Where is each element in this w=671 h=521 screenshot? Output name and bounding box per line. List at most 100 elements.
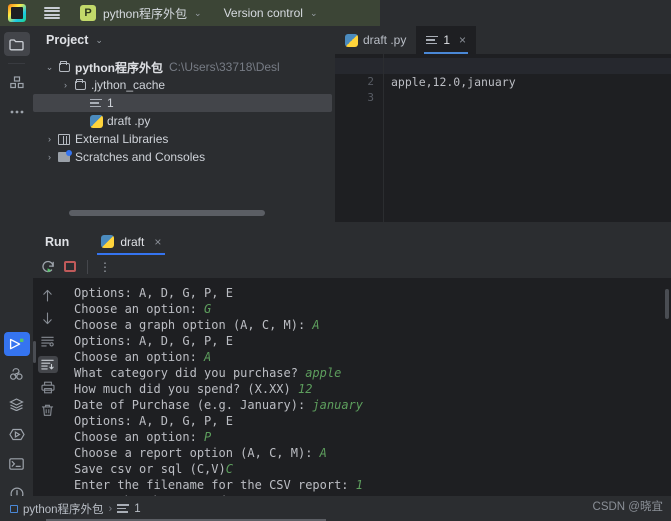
console-line: Date of Purchase (e.g. January): january xyxy=(74,397,671,413)
console-line: Choose an option: G xyxy=(74,301,671,317)
run-tab-label: draft xyxy=(120,234,145,249)
run-toolbar: ⋮ xyxy=(33,255,671,279)
project-panel-header: Project ⌄ xyxy=(33,26,335,54)
services-icon[interactable] xyxy=(4,422,30,446)
tree-node-file-1[interactable]: 1 xyxy=(33,94,332,112)
chevron-right-icon[interactable]: › xyxy=(59,80,72,90)
python-file-icon xyxy=(88,114,104,128)
close-icon[interactable]: × xyxy=(459,33,466,47)
console-user-input: apple xyxy=(305,366,342,380)
project-horizontal-scrollbar[interactable] xyxy=(69,210,265,216)
console-prompt: Options: A, D, G, P, E xyxy=(74,414,233,428)
code-text[interactable]: Category,Value,Date apple,12.0,january xyxy=(383,54,671,222)
terminal-icon[interactable] xyxy=(4,452,30,476)
soft-wrap-icon[interactable] xyxy=(38,333,58,350)
tree-node-scratches[interactable]: › Scratches and Consoles xyxy=(33,148,335,166)
python-file-icon xyxy=(101,235,115,248)
tree-node-jython-cache[interactable]: › .jython_cache xyxy=(33,76,335,94)
tree-label-external-libraries: External Libraries xyxy=(75,132,169,146)
chevron-down-icon[interactable]: ⌄ xyxy=(194,8,202,19)
chevron-right-icon[interactable]: › xyxy=(43,152,56,162)
hamburger-menu-icon[interactable] xyxy=(44,7,60,19)
left-tool-rail xyxy=(0,26,33,521)
more-tool-windows-icon[interactable] xyxy=(4,100,30,124)
project-panel-title: Project xyxy=(46,33,89,47)
run-tab-draft[interactable]: draft × xyxy=(97,228,166,255)
scroll-to-end-icon[interactable] xyxy=(37,356,58,373)
scroll-up-icon[interactable] xyxy=(38,287,58,304)
console-line: Options: A, D, G, P, E xyxy=(74,285,671,301)
rerun-button[interactable] xyxy=(41,260,55,274)
external-libraries-icon xyxy=(56,133,72,145)
chevron-down-icon-project[interactable]: ⌄ xyxy=(95,35,103,46)
console-line: Options: A, D, G, P, E xyxy=(74,333,671,349)
console-user-input: 12 xyxy=(297,382,313,396)
console-user-input: P xyxy=(204,430,212,444)
editor-tab-draft-py[interactable]: draft .py xyxy=(335,26,416,54)
title-bar: P python程序外包 ⌄ Version control ⌄ xyxy=(0,0,671,26)
breadcrumb-separator: › xyxy=(108,502,113,515)
chevron-right-icon[interactable]: › xyxy=(43,134,56,144)
file-lines-icon xyxy=(117,504,130,513)
breadcrumb: python程序外包 › 1 xyxy=(10,501,141,517)
tree-label-project-root: python程序外包 xyxy=(75,60,163,75)
editor-tab-file-1[interactable]: 1 × xyxy=(416,26,477,54)
tree-node-project-root[interactable]: ⌄ python程序外包 C:\Users\33718\Desl xyxy=(33,58,335,76)
pycharm-window: P python程序外包 ⌄ Version control ⌄ Project… xyxy=(0,0,671,521)
chevron-expanded-icon[interactable]: ⌄ xyxy=(43,62,56,73)
tree-label-draft-py: draft .py xyxy=(107,114,151,128)
console-line: What category did you purchase? apple xyxy=(74,365,671,381)
scroll-down-icon[interactable] xyxy=(38,310,58,327)
console-prompt: Choose an option: xyxy=(74,350,205,364)
console-prompt: Enter the filename for the CSV report: xyxy=(74,478,356,492)
run-tool-window: Run draft × ⋮ Options: A, D, G, P, E Cho… xyxy=(33,228,671,521)
chevron-down-icon-vc[interactable]: ⌄ xyxy=(310,8,318,19)
tree-node-external-libraries[interactable]: › External Libraries xyxy=(33,130,335,148)
console-area: Options: A, D, G, P, E Choose an option:… xyxy=(33,279,671,521)
console-prompt: Choose an option: xyxy=(74,430,205,444)
editor-area: draft .py 1 × 1 2 3 Category,Value,Date … xyxy=(335,26,671,222)
console-scrollbar[interactable] xyxy=(665,289,669,319)
tree-node-draft-py[interactable]: draft .py xyxy=(33,112,335,130)
project-badge-icon: P xyxy=(80,5,96,21)
structure-icon[interactable] xyxy=(4,70,30,94)
gutter-divider xyxy=(383,54,384,222)
console-user-input: A xyxy=(204,350,212,364)
console-gutter-toolbar xyxy=(33,279,62,496)
tree-label-scratches: Scratches and Consoles xyxy=(75,150,206,164)
console-line: Save csv or sql (C,V)C xyxy=(74,461,671,477)
console-user-input: G xyxy=(204,302,212,316)
version-control-menu[interactable]: Version control xyxy=(224,6,303,20)
console-user-input: 1 xyxy=(355,478,363,492)
database-layers-icon[interactable] xyxy=(4,392,30,416)
python-packages-icon[interactable] xyxy=(4,362,30,386)
console-left-handle[interactable] xyxy=(33,341,36,363)
console-prompt: What category did you purchase? xyxy=(74,366,306,380)
run-tab-bar: Run draft × xyxy=(33,228,671,255)
console-user-input: A xyxy=(319,446,327,460)
breadcrumb-file[interactable]: 1 xyxy=(134,503,140,515)
editor-tab-label-draft: draft .py xyxy=(363,33,407,47)
console-line: Choose an option: A xyxy=(74,349,671,365)
title-bar-right-filler xyxy=(380,0,671,26)
console-line: Choose an option: P xyxy=(74,429,671,445)
console-prompt: Choose a report option (A, C, M): xyxy=(74,446,320,460)
more-options-button[interactable]: ⋮ xyxy=(99,261,111,273)
project-folder-icon[interactable] xyxy=(3,32,30,56)
console-user-input: C xyxy=(225,462,233,476)
console-prompt: Choose an option: xyxy=(74,302,205,316)
line-number-gutter: 1 2 3 xyxy=(335,54,383,222)
run-icon[interactable] xyxy=(3,332,30,356)
clear-all-icon[interactable] xyxy=(38,402,58,419)
print-icon[interactable] xyxy=(38,379,58,396)
breadcrumb-project[interactable]: python程序外包 xyxy=(23,501,104,517)
console-prompt: Choose a graph option (A, C, M): xyxy=(74,318,313,332)
project-name-label[interactable]: python程序外包 xyxy=(103,5,187,22)
console-output[interactable]: Options: A, D, G, P, E Choose an option:… xyxy=(62,279,671,521)
left-rail-bottom-group xyxy=(0,326,33,521)
stop-button[interactable] xyxy=(64,261,76,272)
console-line: Choose a graph option (A, C, M): A xyxy=(74,317,671,333)
console-line: Options: A, D, G, P, E xyxy=(74,413,671,429)
close-icon[interactable]: × xyxy=(154,235,161,249)
code-view[interactable]: 1 2 3 Category,Value,Date apple,12.0,jan… xyxy=(335,54,671,222)
